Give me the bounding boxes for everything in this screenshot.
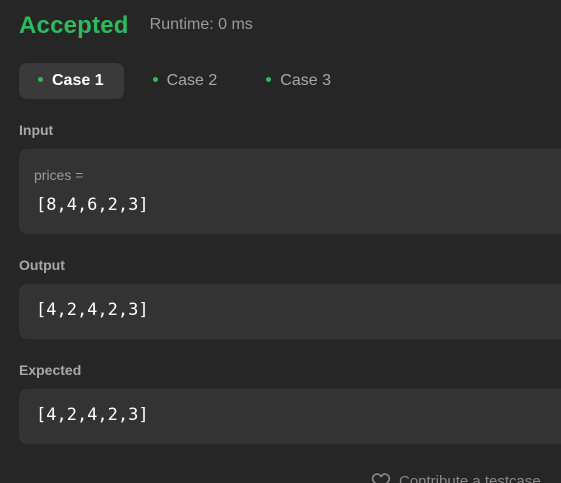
passed-dot-icon xyxy=(266,76,272,82)
passed-dot-icon xyxy=(152,76,158,82)
output-value: [4,2,4,2,3] xyxy=(36,300,149,320)
input-box[interactable]: prices = [8,4,6,2,3] xyxy=(19,149,561,234)
output-label: Output xyxy=(19,257,65,273)
tab-case-3[interactable]: Case 3 xyxy=(247,63,351,99)
result-header: Accepted Runtime: 0 ms xyxy=(19,12,253,40)
result-status: Accepted xyxy=(19,12,129,39)
case-tabs: Case 1 Case 2 Case 3 xyxy=(19,63,361,99)
input-value: [8,4,6,2,3] xyxy=(36,195,149,215)
tab-case-2[interactable]: Case 2 xyxy=(134,63,238,99)
runtime-label: Runtime: 0 ms xyxy=(149,16,253,33)
expected-value: [4,2,4,2,3] xyxy=(36,405,149,425)
input-variable-name: prices = xyxy=(34,167,84,183)
expected-label: Expected xyxy=(19,362,82,378)
tab-case-1[interactable]: Case 1 xyxy=(19,63,124,99)
contribute-testcase-link[interactable]: Contribute a testcase xyxy=(371,472,541,483)
contribute-label: Contribute a testcase xyxy=(399,472,541,483)
tab-label: Case 2 xyxy=(166,72,218,89)
expected-box[interactable]: [4,2,4,2,3] xyxy=(19,389,561,444)
testcase-result-panel: Accepted Runtime: 0 ms Case 1 Case 2 Cas… xyxy=(0,0,561,483)
heart-icon xyxy=(371,473,391,483)
tab-label: Case 1 xyxy=(52,72,104,89)
input-label: Input xyxy=(19,122,54,138)
passed-dot-icon xyxy=(38,76,43,82)
output-box[interactable]: [4,2,4,2,3] xyxy=(19,284,561,339)
tab-label: Case 3 xyxy=(280,72,331,89)
